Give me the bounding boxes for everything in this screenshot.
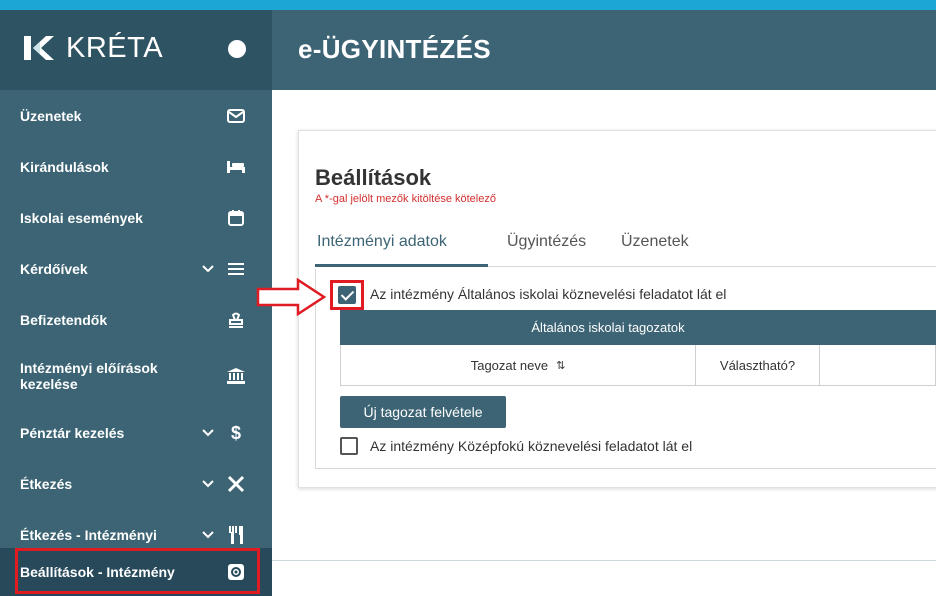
sidebar-item-label: Étkezés [20, 476, 73, 492]
fork-knife-icon [226, 525, 246, 545]
general-school-checkbox-label: Az intézmény Általános iskolai köznevelé… [370, 286, 727, 302]
add-section-button[interactable]: Új tagozat felvétele [340, 396, 506, 428]
secondary-school-checkbox[interactable] [340, 437, 358, 455]
tab-uzenetek[interactable]: Üzenetek [621, 233, 689, 251]
sidebar-item-label: Kérdőívek [20, 261, 88, 277]
sidebar-item-label: Pénztár kezelés [20, 425, 125, 441]
table-header-row: Tagozat neve ⇅ Választható? [340, 345, 936, 386]
bed-icon [226, 157, 246, 177]
sidebar-item-penztar-kezeles[interactable]: Pénztár kezelés $ [0, 407, 272, 459]
required-fields-note: A *-gal jelölt mezők kitöltése kötelező [315, 193, 496, 205]
divider [272, 560, 936, 561]
sidebar-item-label: Iskolai események [20, 210, 143, 226]
active-tab-indicator [315, 264, 488, 267]
sections-table: Általános iskolai tagozatok Tagozat neve… [340, 310, 936, 386]
settings-card: Beállítások A *-gal jelölt mezők kitölté… [298, 130, 936, 488]
tab-intezmenyi-adatok[interactable]: Intézményi adatok [317, 233, 447, 251]
sidebar-item-label: Étkezés - Intézményi [20, 527, 157, 543]
stamp-icon [226, 310, 246, 330]
tab-ugyintezes[interactable]: Ügyintézés [507, 233, 586, 251]
page-title: e-ÜGYINTÉZÉS [298, 34, 491, 64]
sidebar-item-etkezes[interactable]: Étkezés [0, 458, 272, 510]
envelope-icon [226, 106, 246, 126]
chevron-down-icon [202, 262, 214, 276]
list-icon [226, 259, 246, 279]
sidebar-item-label: Befizetendők [20, 312, 108, 328]
top-accent-bar [0, 0, 936, 10]
sidebar-item-kerdoivek[interactable]: Kérdőívek [0, 243, 272, 295]
page-header: e-ÜGYINTÉZÉS [272, 10, 936, 90]
sidebar-item-befizetendok[interactable]: Befizetendők [0, 294, 272, 346]
col-header-name-label: Tagozat neve [470, 357, 549, 373]
dollar-icon: $ [230, 422, 241, 443]
sidebar-item-uzenetek[interactable]: Üzenetek [0, 90, 272, 142]
sidebar-header: KRÉTA [0, 10, 272, 90]
user-status-icon[interactable] [228, 40, 246, 58]
sidebar-item-intezmenyi-eloirasok[interactable]: Intézményi előírások kezelése [0, 345, 272, 407]
sidebar-item-kirandulasok[interactable]: Kirándulások [0, 141, 272, 193]
utensils-cross-icon [226, 474, 246, 494]
settings-title: Beállítások [315, 165, 432, 190]
pointer-arrow-icon [256, 278, 327, 316]
table-title: Általános iskolai tagozatok [340, 310, 936, 345]
sidebar-item-iskolai-esemenyek[interactable]: Iskolai események [0, 192, 272, 244]
secondary-school-checkbox-label: Az intézmény Középfokú köznevelési felad… [370, 438, 693, 454]
sidebar-item-label: Üzenetek [20, 108, 82, 124]
institution-icon [226, 366, 246, 386]
sidebar-item-label: Intézményi előírások kezelése [20, 360, 158, 392]
kreta-logo-icon [24, 36, 54, 60]
calendar-icon [226, 208, 246, 228]
chevron-down-icon [202, 528, 214, 542]
chevron-down-icon [202, 477, 214, 491]
col-header-name[interactable]: Tagozat neve ⇅ [341, 345, 696, 385]
chevron-down-icon [202, 426, 214, 440]
general-school-checkbox[interactable] [338, 286, 356, 304]
sidebar: KRÉTA Üzenetek Kirándulások Iskolai esem… [0, 10, 272, 596]
settings-tabs: Intézményi adatok Ügyintézés Üzenetek [315, 221, 936, 267]
sort-icon: ⇅ [556, 359, 566, 372]
active-item-highlight [15, 548, 260, 594]
sidebar-item-label: Kirándulások [20, 159, 109, 175]
app-logo-text: KRÉTA [66, 32, 164, 64]
col-header-selectable[interactable]: Választható? [696, 345, 820, 385]
